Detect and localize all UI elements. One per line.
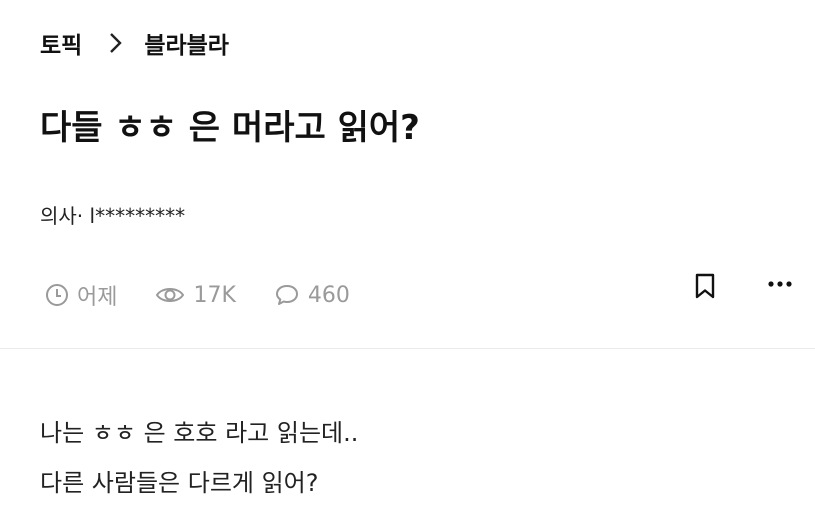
clock-icon xyxy=(46,284,68,306)
post-body-line: 다른 사람들은 다르게 읽어? xyxy=(40,469,319,497)
post-meta: 어제 17K 460 xyxy=(45,279,388,311)
breadcrumb-topic-link[interactable]: 토픽 xyxy=(40,26,82,60)
bookmark-icon xyxy=(695,273,715,299)
more-button[interactable] xyxy=(762,268,798,300)
breadcrumb-current-link[interactable]: 블라블라 xyxy=(144,26,229,60)
post-views: 17K xyxy=(155,282,236,308)
divider xyxy=(0,348,815,349)
post-views-count: 17K xyxy=(193,282,236,308)
chevron-right-icon xyxy=(106,31,126,55)
post-time: 어제 xyxy=(45,279,117,311)
more-icon xyxy=(768,281,792,287)
post-author[interactable]: 의사· l********* xyxy=(40,200,185,229)
bookmark-button[interactable] xyxy=(690,270,720,302)
post-body-line: 나는 ㅎㅎ 은 호호 라고 읽는데.. xyxy=(40,419,359,447)
breadcrumb: 토픽 블라블라 xyxy=(40,26,229,60)
eye-icon xyxy=(156,288,185,302)
post-time-text: 어제 xyxy=(77,285,118,310)
comment-icon xyxy=(275,285,298,305)
post-title: 다들 ㅎㅎ 은 머라고 읽어? xyxy=(40,108,420,148)
post-comments[interactable]: 460 xyxy=(274,283,350,308)
post-comments-count: 460 xyxy=(307,282,350,308)
post-body: 나는 ㅎㅎ 은 호호 라고 읽는데.. 다른 사람들은 다르게 읽어? xyxy=(40,408,358,508)
